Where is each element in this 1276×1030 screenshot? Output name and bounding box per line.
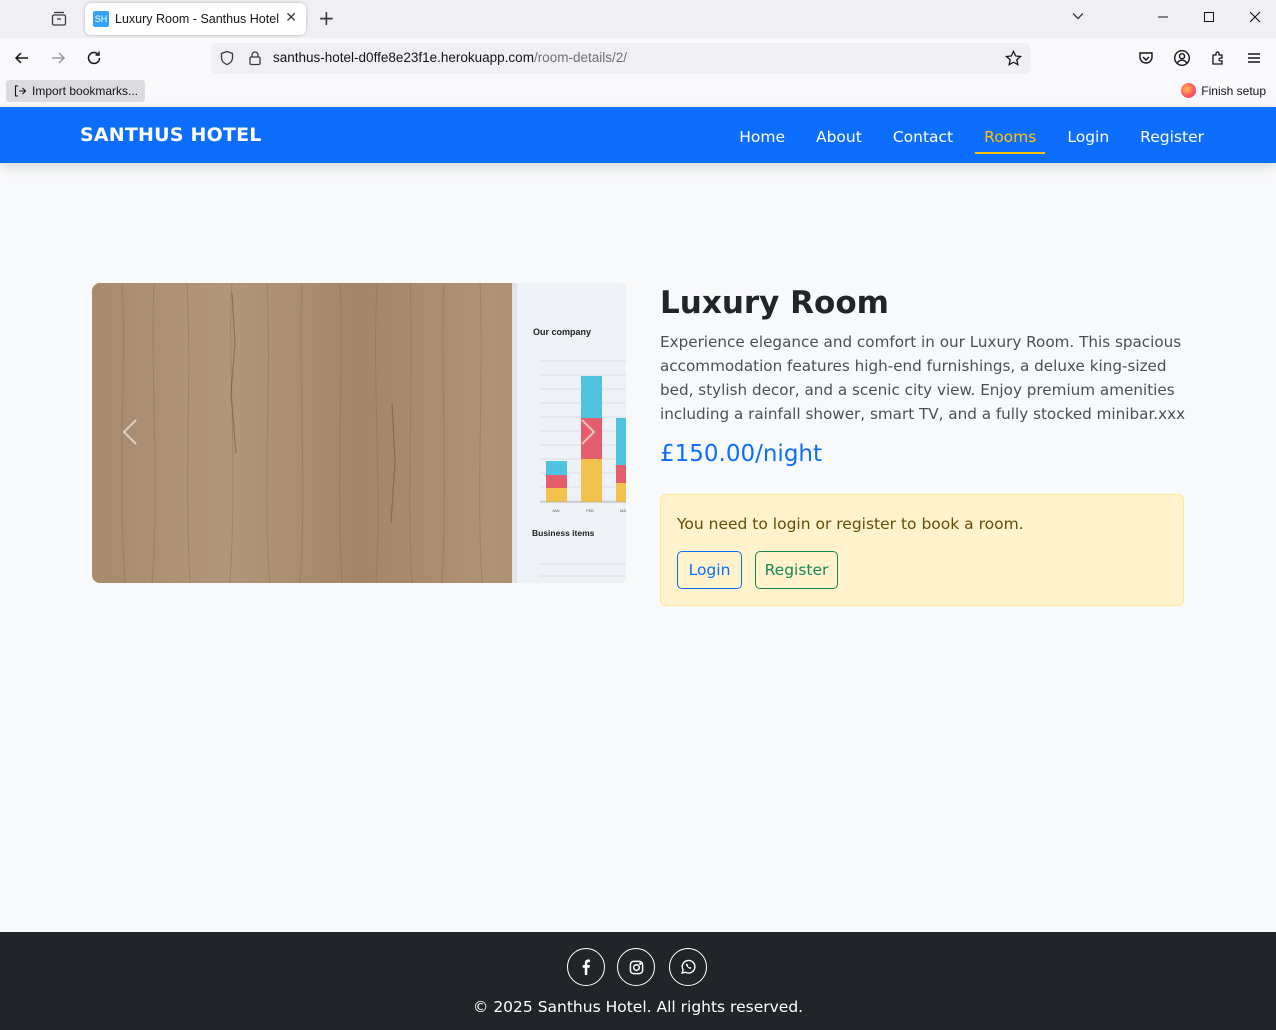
instagram-link[interactable] [617,948,655,986]
import-bookmarks-button[interactable]: Import bookmarks... [6,80,146,102]
import-icon [14,85,27,97]
close-window-icon[interactable] [1242,6,1268,28]
room-image-carousel: Our company JAN FEB MA Business items [92,283,626,583]
whatsapp-link[interactable] [669,948,707,986]
tab-title: Luxury Room - Santhus Hotel [115,12,279,26]
close-tab-icon[interactable]: ✕ [285,10,297,26]
brand-logo[interactable]: SANTHUS HOTEL [80,124,262,146]
site-favicon: SH [93,11,109,27]
maximize-icon[interactable] [1196,6,1222,28]
url-host: santhus-hotel-d0ffe8e23f1e.herokuapp.com [273,50,534,65]
facebook-icon [582,959,590,975]
firefox-logo-icon [1181,83,1197,98]
url-path: /room-details/2/ [533,50,627,65]
booking-alert: You need to login or register to book a … [660,494,1184,606]
login-button[interactable]: Login [677,551,742,589]
carousel-next-button[interactable] [572,417,602,447]
lock-icon[interactable] [247,50,263,70]
bookmarks-toolbar: Import bookmarks... Finish setup [0,78,1276,107]
chevron-left-icon [122,419,137,445]
instagram-icon [629,960,643,974]
image-month-jan: JAN [552,508,560,513]
nav-home[interactable]: Home [739,107,785,163]
nav-login[interactable]: Login [1067,107,1109,163]
new-tab-icon[interactable]: + [318,6,335,30]
image-month-feb: FEB [586,508,594,513]
tab-list-button[interactable] [44,4,74,34]
register-button[interactable]: Register [755,551,838,589]
finish-setup-button[interactable]: Finish setup [1181,83,1266,98]
facebook-link[interactable] [567,948,605,986]
room-price: £150.00/night [660,441,823,467]
reload-icon[interactable] [81,46,107,70]
copyright-text: © 2025 Santhus Hotel. All rights reserve… [472,998,804,1016]
browser-tab-bar: SH Luxury Room - Santhus Hotel ✕ + [0,0,1276,38]
site-footer: © 2025 Santhus Hotel. All rights reserve… [0,932,1276,1030]
address-bar[interactable]: santhus-hotel-d0ffe8e23f1e.herokuapp.com… [211,43,1030,74]
bookmark-star-icon[interactable] [1004,49,1023,71]
shield-icon[interactable] [219,50,235,70]
menu-icon[interactable] [1241,46,1267,70]
whatsapp-icon [681,959,696,974]
nav-rooms[interactable]: Rooms [975,107,1046,163]
list-all-tabs-icon[interactable] [1070,8,1086,28]
tab-list-icon [51,11,67,26]
booking-notice: You need to login or register to book a … [677,515,1024,533]
minimize-icon[interactable] [1150,6,1176,28]
nav-about[interactable]: About [816,107,862,163]
room-image: Our company JAN FEB MA Business items [92,283,626,583]
nav-contact[interactable]: Contact [893,107,953,163]
nav-register[interactable]: Register [1140,107,1204,163]
import-bookmarks-label: Import bookmarks... [32,84,139,98]
image-heading: Our company [533,327,591,337]
carousel-prev-button[interactable] [116,417,146,447]
image-subheading: Business items [532,528,595,538]
back-icon[interactable] [9,46,35,70]
room-description: Experience elegance and comfort in our L… [660,333,1186,423]
account-icon[interactable] [1169,46,1195,70]
site-navbar: SANTHUS HOTEL Home About Contact Rooms L… [0,107,1276,163]
finish-setup-label: Finish setup [1201,83,1266,98]
room-title: Luxury Room [660,285,889,321]
nav-links: Home About Contact Rooms Login Register [708,107,1204,163]
forward-icon[interactable] [45,46,71,70]
pocket-icon[interactable] [1133,46,1159,70]
chevron-right-icon [581,419,596,445]
url-text[interactable]: santhus-hotel-d0ffe8e23f1e.herokuapp.com… [273,50,627,65]
image-month-mar: MA [620,508,626,513]
browser-tab[interactable]: SH Luxury Room - Santhus Hotel ✕ [85,3,306,35]
extensions-icon[interactable] [1205,46,1231,70]
